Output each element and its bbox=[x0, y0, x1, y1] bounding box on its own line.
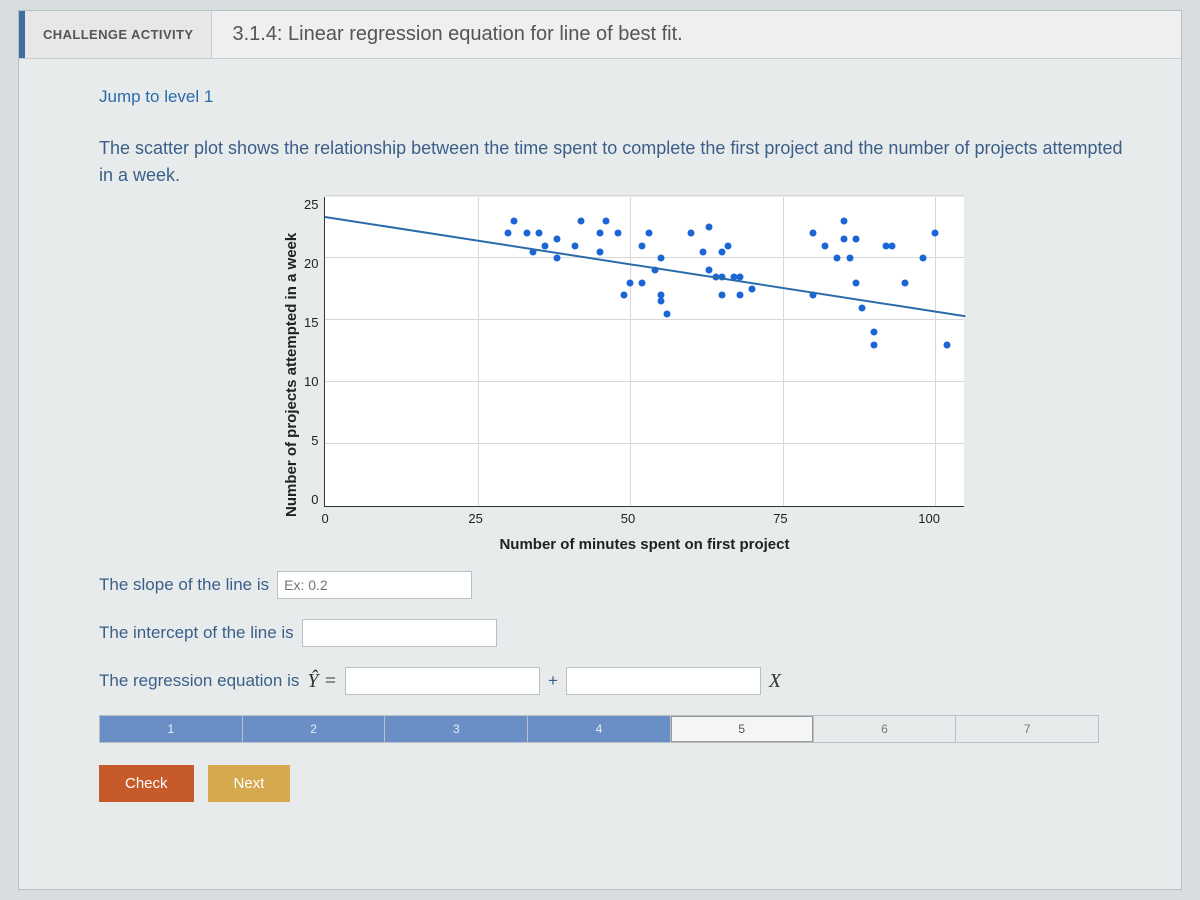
data-point bbox=[657, 298, 664, 305]
y-axis-ticks: 2520151050 bbox=[304, 197, 324, 507]
data-point bbox=[615, 230, 622, 237]
data-point bbox=[621, 292, 628, 299]
data-point bbox=[858, 304, 865, 311]
data-point bbox=[718, 292, 725, 299]
x-axis-label: Number of minutes spent on first project bbox=[324, 536, 964, 553]
data-point bbox=[919, 255, 926, 262]
data-point bbox=[840, 217, 847, 224]
slope-input[interactable] bbox=[277, 571, 472, 599]
plot-area bbox=[324, 197, 964, 507]
data-point bbox=[688, 230, 695, 237]
data-point bbox=[706, 267, 713, 274]
data-point bbox=[810, 230, 817, 237]
prompt-text: The scatter plot shows the relationship … bbox=[99, 135, 1141, 189]
progress-segment[interactable]: 1 bbox=[100, 716, 243, 742]
y-hat-symbol: Ŷ = bbox=[307, 670, 337, 693]
data-point bbox=[602, 217, 609, 224]
progress-bar: 1234567 bbox=[99, 715, 1099, 743]
intercept-input[interactable] bbox=[302, 619, 497, 647]
data-point bbox=[931, 230, 938, 237]
y-axis-label: Number of projects attempted in a week bbox=[279, 197, 304, 553]
data-point bbox=[834, 255, 841, 262]
slope-label: The slope of the line is bbox=[99, 575, 269, 595]
input-section: The slope of the line is The intercept o… bbox=[99, 571, 1141, 695]
progress-segment[interactable]: 3 bbox=[385, 716, 528, 742]
intercept-label: The intercept of the line is bbox=[99, 623, 294, 643]
data-point bbox=[639, 242, 646, 249]
data-point bbox=[944, 341, 951, 348]
data-point bbox=[724, 242, 731, 249]
data-point bbox=[554, 236, 561, 243]
jump-to-level-link[interactable]: Jump to level 1 bbox=[99, 87, 1141, 107]
data-point bbox=[511, 217, 518, 224]
data-point bbox=[901, 279, 908, 286]
check-button[interactable]: Check bbox=[99, 765, 194, 802]
data-point bbox=[871, 329, 878, 336]
data-point bbox=[889, 242, 896, 249]
equation-intercept-input[interactable] bbox=[345, 667, 540, 695]
data-point bbox=[846, 255, 853, 262]
data-point bbox=[627, 279, 634, 286]
data-point bbox=[700, 248, 707, 255]
data-point bbox=[706, 224, 713, 231]
next-button[interactable]: Next bbox=[208, 765, 291, 802]
data-point bbox=[822, 242, 829, 249]
data-point bbox=[596, 230, 603, 237]
data-point bbox=[596, 248, 603, 255]
plus-symbol: + bbox=[548, 671, 558, 691]
equation-slope-input[interactable] bbox=[566, 667, 761, 695]
x-axis-ticks: 0255075100 bbox=[324, 507, 964, 526]
data-point bbox=[572, 242, 579, 249]
activity-card: CHALLENGE ACTIVITY 3.1.4: Linear regress… bbox=[18, 10, 1182, 890]
progress-segment[interactable]: 5 bbox=[671, 716, 814, 742]
progress-segment[interactable]: 7 bbox=[956, 716, 1098, 742]
progress-segment[interactable]: 2 bbox=[243, 716, 386, 742]
data-point bbox=[852, 279, 859, 286]
data-point bbox=[871, 341, 878, 348]
data-point bbox=[639, 279, 646, 286]
data-point bbox=[852, 236, 859, 243]
button-row: Check Next bbox=[99, 765, 1141, 802]
x-variable: X bbox=[769, 670, 781, 693]
equation-label: The regression equation is bbox=[99, 671, 299, 691]
data-point bbox=[718, 248, 725, 255]
activity-title: 3.1.4: Linear regression equation for li… bbox=[212, 11, 702, 58]
challenge-badge: CHALLENGE ACTIVITY bbox=[19, 11, 212, 58]
data-point bbox=[736, 292, 743, 299]
data-point bbox=[663, 310, 670, 317]
data-point bbox=[657, 255, 664, 262]
header: CHALLENGE ACTIVITY 3.1.4: Linear regress… bbox=[19, 11, 1181, 59]
data-point bbox=[749, 286, 756, 293]
data-point bbox=[554, 255, 561, 262]
content-area: Jump to level 1 The scatter plot shows t… bbox=[19, 59, 1181, 822]
data-point bbox=[840, 236, 847, 243]
data-point bbox=[523, 230, 530, 237]
data-point bbox=[535, 230, 542, 237]
data-point bbox=[505, 230, 512, 237]
data-point bbox=[541, 242, 548, 249]
data-point bbox=[578, 217, 585, 224]
progress-segment[interactable]: 4 bbox=[528, 716, 671, 742]
progress-segment[interactable]: 6 bbox=[814, 716, 957, 742]
scatter-chart: Number of projects attempted in a week 2… bbox=[279, 197, 1141, 553]
data-point bbox=[645, 230, 652, 237]
